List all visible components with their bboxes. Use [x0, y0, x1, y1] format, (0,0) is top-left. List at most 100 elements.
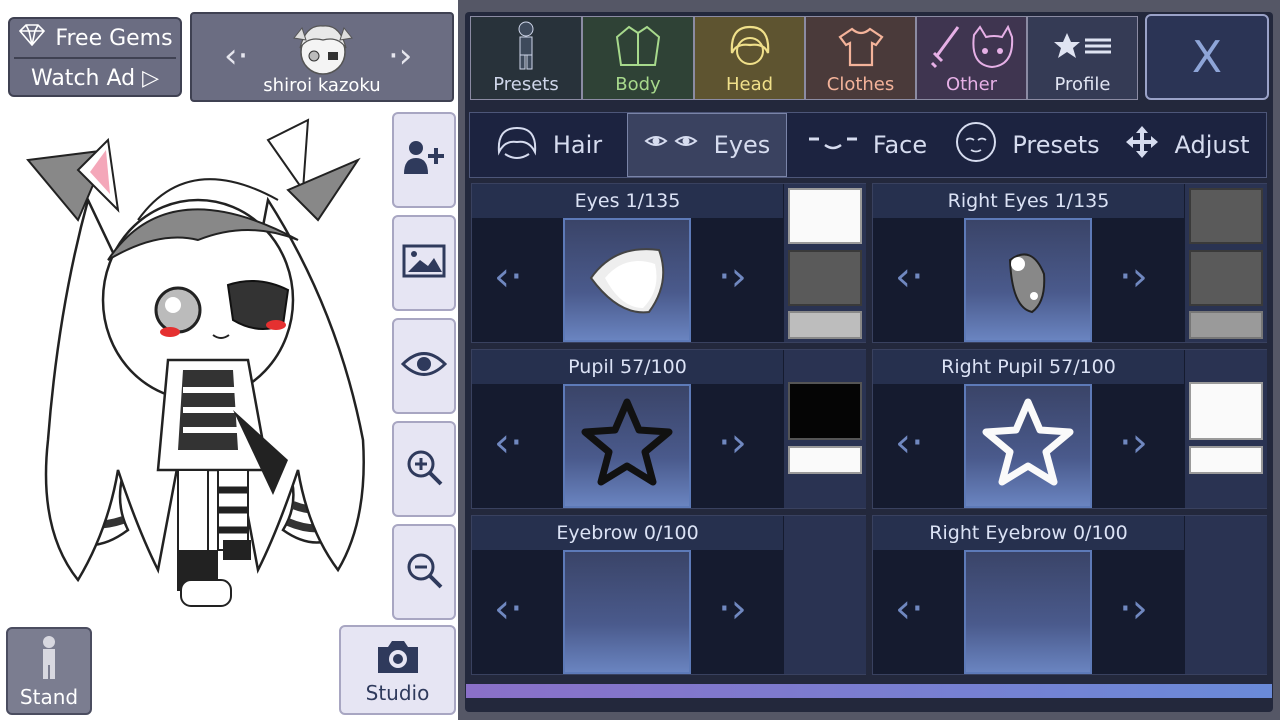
move-arrows-icon	[1124, 124, 1160, 166]
subtab-adjust[interactable]: Adjust	[1107, 113, 1267, 177]
right-eyes-color-swatch-2[interactable]	[1189, 250, 1263, 306]
right-eyes-color-swatch-3[interactable]	[1189, 311, 1263, 339]
tab-head-label: Head	[725, 74, 774, 95]
right-eyes-prev-arrow-icon[interactable]: ‹·	[895, 254, 924, 300]
right-pupil-prev-arrow-icon[interactable]: ‹·	[895, 420, 924, 466]
eyebrow-selector: Eyebrow 0/100 ‹· ·›	[471, 515, 866, 675]
pupil-next-arrow-icon[interactable]: ·›	[718, 420, 747, 466]
eyes-next-arrow-icon[interactable]: ·›	[718, 254, 747, 300]
tab-clothes[interactable]: Clothes	[805, 16, 916, 100]
eyebrow-next-arrow-icon[interactable]: ·›	[718, 586, 747, 632]
right-pupil-selector: Right Pupil 57/100 ‹· ·›	[872, 349, 1267, 509]
character-avatar	[288, 18, 358, 80]
stand-button[interactable]: Stand	[6, 627, 92, 715]
free-gems-button[interactable]: Free Gems Watch Ad ▷	[8, 17, 182, 97]
eyes-selector: Eyes 1/135 ‹· ·›	[471, 183, 866, 343]
tab-presets[interactable]: Presets	[470, 16, 582, 100]
free-gems-label: Free Gems	[55, 25, 173, 51]
right-pupil-color-swatch-1[interactable]	[1189, 382, 1263, 440]
tab-clothes-label: Clothes	[826, 74, 895, 95]
pupil-prev-arrow-icon[interactable]: ‹·	[494, 420, 523, 466]
eyes-color-swatches	[784, 184, 866, 342]
eyes-prev-arrow-icon[interactable]: ‹·	[494, 254, 523, 300]
right-pupil-color-swatch-2[interactable]	[1189, 446, 1263, 474]
zoom-in-button[interactable]	[392, 421, 456, 517]
prev-character-arrow-icon[interactable]: ‹·	[224, 36, 248, 76]
tab-presets-label: Presets	[493, 74, 559, 95]
gem-icon	[17, 24, 47, 52]
pupil-color-swatches	[784, 350, 866, 508]
eyebrow-preview[interactable]	[563, 550, 691, 674]
character-figure[interactable]	[18, 110, 388, 615]
camera-icon	[341, 637, 454, 679]
tab-profile[interactable]: Profile	[1027, 16, 1138, 100]
image-icon	[402, 244, 446, 282]
eyes-title: Eyes 1/135	[472, 184, 783, 218]
right-eyebrow-prev-arrow-icon[interactable]: ‹·	[895, 586, 924, 632]
background-button[interactable]	[392, 215, 456, 311]
mannequin-icon	[471, 21, 581, 75]
right-pupil-preview[interactable]	[964, 384, 1092, 508]
eyes-icon	[644, 131, 700, 159]
add-character-button[interactable]	[392, 112, 456, 208]
zoom-out-icon	[404, 550, 444, 594]
pupil-color-swatch-1[interactable]	[788, 382, 862, 440]
tab-body[interactable]: Body	[582, 16, 694, 100]
right-eyebrow-selector: Right Eyebrow 0/100 ‹· ·›	[872, 515, 1267, 675]
eyes-color-swatch-2[interactable]	[788, 250, 862, 306]
subtab-adjust-label: Adjust	[1174, 131, 1250, 159]
subtab-presets[interactable]: Presets	[947, 113, 1107, 177]
studio-label: Studio	[365, 681, 430, 705]
hair-icon	[495, 124, 539, 166]
right-eyebrow-swatch-area	[1185, 516, 1267, 674]
shirt-icon	[806, 27, 915, 71]
right-eyes-next-arrow-icon[interactable]: ·›	[1119, 254, 1148, 300]
subtab-eyes[interactable]: Eyes	[627, 113, 787, 177]
eyes-color-swatch-1[interactable]	[788, 188, 862, 244]
subtab-face[interactable]: Face	[787, 113, 947, 177]
standing-figure-icon	[8, 635, 90, 685]
right-eyes-color-swatch-1[interactable]	[1189, 188, 1263, 244]
eye-icon	[400, 349, 448, 383]
eyebrow-prev-arrow-icon[interactable]: ‹·	[494, 586, 523, 632]
subtab-eyes-label: Eyes	[713, 131, 771, 159]
pupil-color-swatch-2[interactable]	[788, 446, 862, 474]
tab-head[interactable]: Head	[694, 16, 805, 100]
studio-button[interactable]: Studio	[339, 625, 456, 715]
face-outline-icon	[954, 120, 998, 170]
right-eyebrow-next-arrow-icon[interactable]: ·›	[1119, 586, 1148, 632]
close-button[interactable]: X	[1145, 14, 1269, 100]
subtab-bar: Hair Eyes Face Presets Adjust	[469, 112, 1267, 178]
pupil-selector: Pupil 57/100 ‹· ·›	[471, 349, 866, 509]
face-icon	[807, 131, 859, 159]
tab-other-label: Other	[945, 74, 998, 95]
visibility-button[interactable]	[392, 318, 456, 414]
add-person-icon	[402, 138, 446, 182]
head-icon	[695, 23, 804, 71]
next-character-arrow-icon[interactable]: ·›	[388, 36, 412, 76]
subtab-hair-label: Hair	[552, 131, 603, 159]
tab-profile-label: Profile	[1054, 74, 1111, 95]
eyebrow-title: Eyebrow 0/100	[472, 516, 783, 550]
right-eyes-selector: Right Eyes 1/135 ‹· ·›	[872, 183, 1267, 343]
right-pupil-color-swatches	[1185, 350, 1267, 508]
zoom-out-button[interactable]	[392, 524, 456, 620]
right-eyes-preview[interactable]	[964, 218, 1092, 342]
watch-ad-label: Watch Ad ▷	[30, 65, 160, 91]
character-name: shiroi kazoku	[263, 75, 381, 96]
pupil-title: Pupil 57/100	[472, 350, 783, 384]
pupil-preview[interactable]	[563, 384, 691, 508]
eyes-color-swatch-3[interactable]	[788, 311, 862, 339]
eyes-preview[interactable]	[563, 218, 691, 342]
subtab-presets-label: Presets	[1012, 131, 1100, 159]
tab-body-label: Body	[615, 74, 661, 95]
tab-other[interactable]: Other	[916, 16, 1027, 100]
character-selector: ‹· ·› shiroi kazoku	[190, 12, 454, 102]
zoom-in-icon	[404, 447, 444, 491]
sword-cat-icon	[917, 24, 1026, 73]
right-eyebrow-title: Right Eyebrow 0/100	[873, 516, 1184, 550]
subtab-hair[interactable]: Hair	[470, 113, 627, 177]
right-pupil-next-arrow-icon[interactable]: ·›	[1119, 420, 1148, 466]
right-eyebrow-preview[interactable]	[964, 550, 1092, 674]
stand-label: Stand	[19, 685, 79, 709]
